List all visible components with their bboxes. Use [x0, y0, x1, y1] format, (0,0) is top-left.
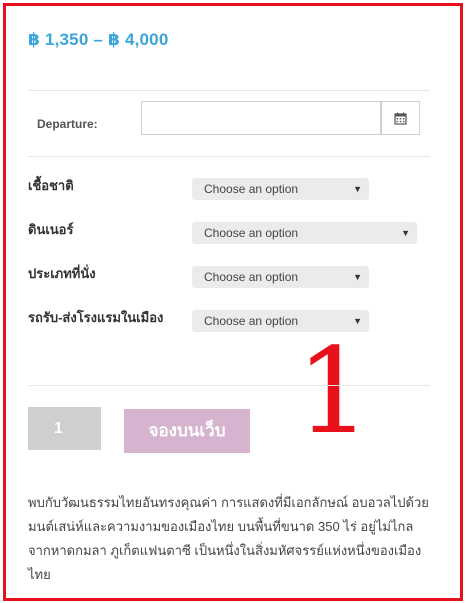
calendar-button[interactable] [381, 101, 420, 135]
select-value: Choose an option [204, 314, 299, 328]
annotation-number: 1 [296, 322, 372, 460]
select-value: Choose an option [204, 270, 299, 284]
calendar-icon [394, 112, 407, 125]
book-online-button[interactable]: จองบนเว็บ [124, 409, 250, 453]
product-description: พบกับวัฒนธรรมไทยอันทรงคุณค่า การแสดงที่ม… [28, 495, 429, 582]
option-label-nationality: เชื้อชาติ [28, 178, 74, 193]
select-value: Choose an option [204, 182, 299, 196]
divider [28, 385, 430, 386]
divider [28, 156, 430, 157]
seat-type-select[interactable]: Choose an option ▼ [192, 266, 369, 288]
departure-date-input[interactable] [141, 101, 381, 135]
option-label-hotel-transfer: รถรับ-ส่งโรงแรมในเมือง [28, 310, 164, 325]
dropdown-arrow-icon: ▼ [353, 272, 362, 282]
select-value: Choose an option [204, 226, 299, 240]
nationality-select[interactable]: Choose an option ▼ [192, 178, 369, 200]
price-range: ฿ 1,350 – ฿ 4,000 [28, 30, 169, 49]
divider [28, 90, 430, 91]
option-label-dinner: ดินเนอร์ [28, 222, 74, 237]
dinner-select[interactable]: Choose an option ▼ [192, 222, 417, 244]
option-label-seat-type: ประเภทที่นั่ง [28, 266, 96, 281]
dropdown-arrow-icon: ▼ [401, 228, 410, 238]
quantity-input[interactable]: 1 [28, 407, 101, 450]
dropdown-arrow-icon: ▼ [353, 184, 362, 194]
departure-label: Departure: [37, 117, 98, 131]
